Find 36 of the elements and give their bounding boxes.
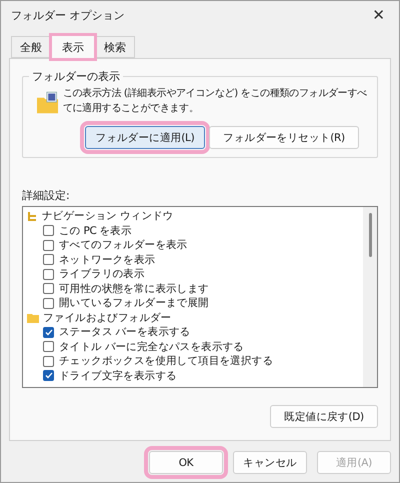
category-label: ファイルおよびフォルダー: [43, 310, 172, 325]
setting-label: タイトル バーに完全なパスを表示する: [59, 340, 244, 354]
tab[interactable]: 全般: [11, 36, 51, 58]
folder-icon: [27, 312, 39, 323]
setting-label: ライブラリの表示: [59, 267, 145, 282]
setting-label: チェックボックスを使用して項目を選択する: [59, 354, 274, 368]
setting-label: 開いているフォルダーまで展開: [59, 296, 209, 310]
restore-defaults-button[interactable]: 既定値に戻す(D): [270, 405, 378, 428]
checkbox[interactable]: [43, 298, 54, 309]
setting-label: すべてのフォルダーを表示: [59, 238, 188, 252]
checkbox[interactable]: [43, 240, 54, 251]
setting-label: ネットワークを表示: [59, 252, 156, 267]
checkbox[interactable]: [43, 225, 54, 236]
tab[interactable]: 検索: [95, 36, 135, 58]
tab[interactable]: 表示: [51, 35, 95, 59]
checkbox[interactable]: [43, 341, 54, 352]
tree-icon: [27, 210, 38, 222]
close-button[interactable]: ✕: [366, 6, 391, 24]
cancel-button[interactable]: キャンセル: [233, 451, 307, 474]
scrollbar-thumb[interactable]: [368, 213, 372, 257]
window-title: フォルダー オプション: [11, 8, 124, 22]
group-label: フォルダーの表示: [31, 69, 121, 84]
description-text: この表示方法 (詳細表示やアイコンなど) をこの種類のフォルダーすべてに適用することができます。: [62, 86, 368, 116]
checkbox[interactable]: [43, 254, 54, 266]
setting-label: 可用性の状態を常に表示します: [59, 282, 209, 296]
checkbox[interactable]: [43, 326, 54, 338]
checkbox[interactable]: [43, 356, 54, 367]
setting-label: ステータス バーを表示する: [59, 325, 190, 340]
checkbox[interactable]: [43, 268, 54, 280]
setting-label: この PC を表示: [59, 224, 132, 238]
checkbox[interactable]: [43, 370, 54, 382]
category-label: ナビゲーション ウィンドウ: [42, 209, 174, 224]
checkbox[interactable]: [43, 283, 54, 294]
reset-folders-button[interactable]: フォルダーをリセット(R): [209, 126, 359, 149]
setting-label: ドライブ文字を表示する: [59, 368, 177, 383]
advanced-settings-label: 詳細設定:: [22, 188, 71, 203]
